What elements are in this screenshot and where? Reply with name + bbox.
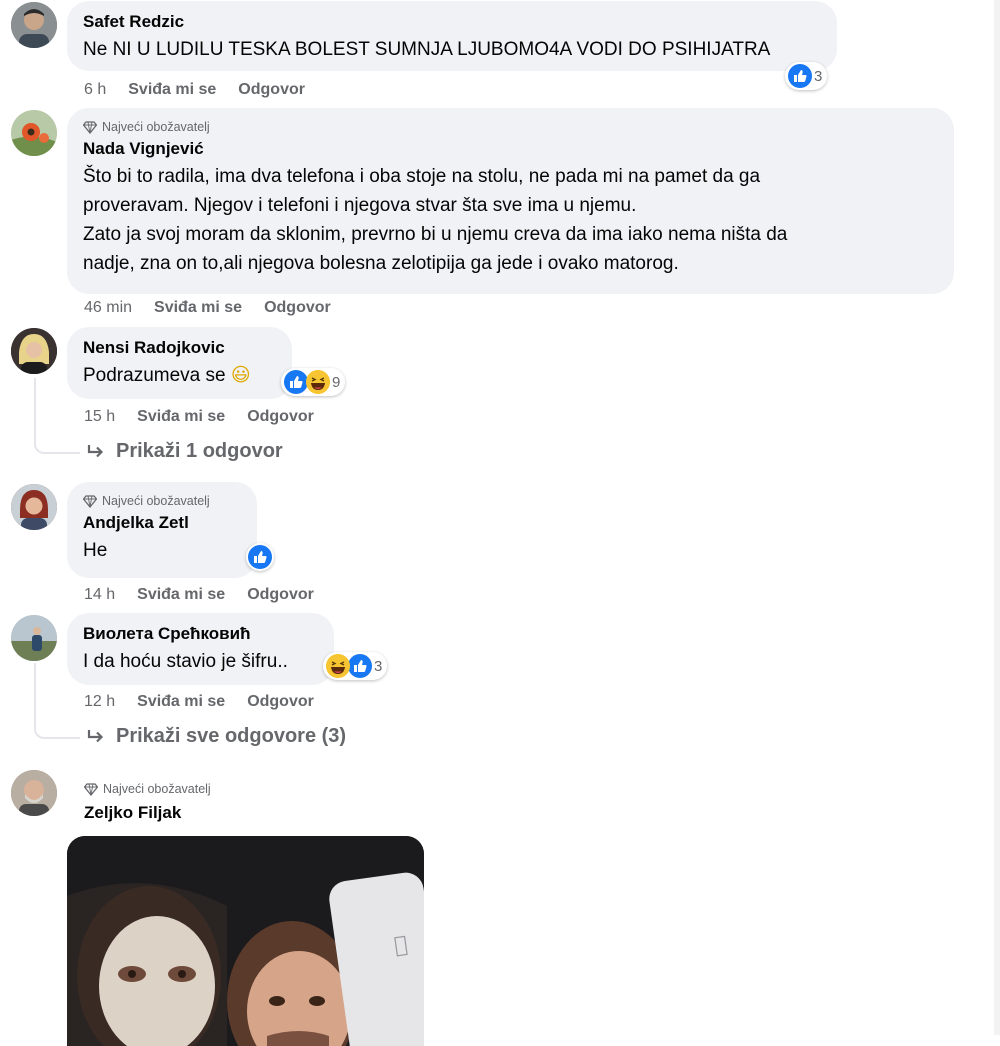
view-replies-label[interactable]: Prikaži 1 odgovor (116, 440, 283, 463)
top-fan-badge: Najveći obožavatelj (83, 492, 241, 510)
comment-actions: 15 h Sviđa mi se Odgovor (84, 407, 314, 427)
comment-time[interactable]: 14 h (84, 585, 115, 605)
comment-bubble: Nensi Radojkovic Podrazumeva se 😃 (67, 327, 292, 399)
reply-button[interactable]: Odgovor (247, 585, 314, 605)
comment-text-line: Što bi to radila, ima dva telefona i oba… (83, 166, 761, 187)
reply-button[interactable]: Odgovor (247, 692, 314, 712)
reaction-count: 9 (332, 373, 341, 391)
reaction-summary[interactable]: 3 (323, 652, 388, 680)
avatar[interactable] (11, 328, 57, 374)
comment-time[interactable]: 12 h (84, 692, 115, 712)
comment-time[interactable]: 46 min (84, 298, 132, 318)
reaction-count: 3 (374, 657, 383, 675)
top-fan-badge-icon (84, 783, 98, 796)
top-fan-badge-icon (83, 121, 97, 134)
reply-arrow-icon (87, 729, 104, 742)
avatar[interactable] (11, 110, 57, 156)
avatar[interactable] (11, 2, 57, 48)
top-fan-badge: Najveći obožavatelj (83, 118, 938, 136)
like-reaction-icon (348, 654, 372, 678)
haha-reaction-icon (306, 370, 330, 394)
like-button[interactable]: Sviđa mi se (137, 407, 225, 427)
reaction-summary[interactable]: 9 (281, 368, 346, 396)
top-fan-badge: Najveći obožavatelj (84, 780, 211, 798)
reply-button[interactable]: Odgovor (247, 407, 314, 427)
avatar[interactable] (11, 615, 57, 661)
comment-author[interactable]: Safet Redzic (83, 11, 821, 33)
comment-bubble: Najveći obožavatelj Nada Vignjević Što b… (67, 108, 954, 294)
reaction-count: 3 (814, 67, 823, 85)
top-fan-label: Najveći obožavatelj (102, 494, 210, 508)
scrollbar[interactable] (994, 0, 1000, 1035)
like-reaction-icon (788, 64, 812, 88)
view-replies-label[interactable]: Prikaži sve odgovore (3) (116, 725, 346, 748)
comment-text: Podrazumeva se 😃 (83, 361, 276, 390)
comment-time[interactable]: 6 h (84, 80, 106, 100)
comment-author[interactable]: Andjelka Zetl (83, 512, 241, 534)
comment-text-content: Podrazumeva se (83, 365, 226, 386)
avatar[interactable] (11, 770, 57, 816)
top-fan-badge-icon (83, 495, 97, 508)
top-fan-label: Najveći obožavatelj (102, 120, 210, 134)
comment-text-line: proveravam. Njegov i telefoni i njegova … (83, 195, 637, 216)
comment-photo[interactable]:  (67, 836, 424, 1046)
comment-text-line: Zato ja svoj moram da sklonim, prevrno b… (83, 224, 788, 245)
comment-bubble: Najveći obožavatelj Andjelka Zetl He (67, 482, 257, 578)
reply-arrow-icon (87, 444, 104, 457)
reply-button[interactable]: Odgovor (264, 298, 331, 318)
comment-author[interactable]: Zeljko Filjak (84, 802, 211, 824)
like-button[interactable]: Sviđa mi se (128, 80, 216, 100)
reply-button[interactable]: Odgovor (238, 80, 305, 100)
comment-time[interactable]: 15 h (84, 407, 115, 427)
comment-actions: 12 h Sviđa mi se Odgovor (84, 692, 314, 712)
comment-actions: 6 h Sviđa mi se Odgovor (84, 80, 305, 100)
reaction-summary[interactable]: 3 (785, 62, 828, 90)
comment-actions: 46 min Sviđa mi se Odgovor (84, 298, 331, 318)
like-reaction-icon (284, 370, 308, 394)
comment-actions: 14 h Sviđa mi se Odgovor (84, 585, 314, 605)
comment-text: Ne NI U LUDILU TESKA BOLEST SUMNJA LJUBO… (83, 39, 771, 60)
comment-author[interactable]: Nensi Radojkovic (83, 337, 276, 359)
view-replies-button[interactable]: Prikaži 1 odgovor (86, 440, 283, 463)
comment-header: Najveći obožavatelj Zeljko Filjak (84, 780, 211, 824)
reaction-summary[interactable] (246, 543, 274, 571)
comment-author[interactable]: Виолета Срећковић (83, 623, 318, 645)
comment-bubble: Виолета Срећковић I da hoću stavio je ši… (67, 613, 334, 685)
like-button[interactable]: Sviđa mi se (137, 692, 225, 712)
comment-bubble: Safet Redzic Ne NI U LUDILU TESKA BOLEST… (67, 1, 837, 71)
comment-text: I da hoću stavio je šifru.. (83, 651, 288, 672)
like-button[interactable]: Sviđa mi se (137, 585, 225, 605)
avatar[interactable] (11, 484, 57, 530)
comment-author[interactable]: Nada Vignjević (83, 138, 938, 160)
like-reaction-icon (248, 545, 272, 569)
comment-text-line: nadje, zna on to,ali njegova bolesna zel… (83, 253, 679, 274)
haha-reaction-icon (326, 654, 350, 678)
smiley-emoji: 😃 (230, 364, 251, 386)
comment-text: He (83, 540, 108, 561)
view-replies-button[interactable]: Prikaži sve odgovore (3) (86, 725, 346, 748)
top-fan-label: Najveći obožavatelj (103, 782, 211, 796)
comment-text: Što bi to radila, ima dva telefona i oba… (83, 162, 938, 278)
like-button[interactable]: Sviđa mi se (154, 298, 242, 318)
